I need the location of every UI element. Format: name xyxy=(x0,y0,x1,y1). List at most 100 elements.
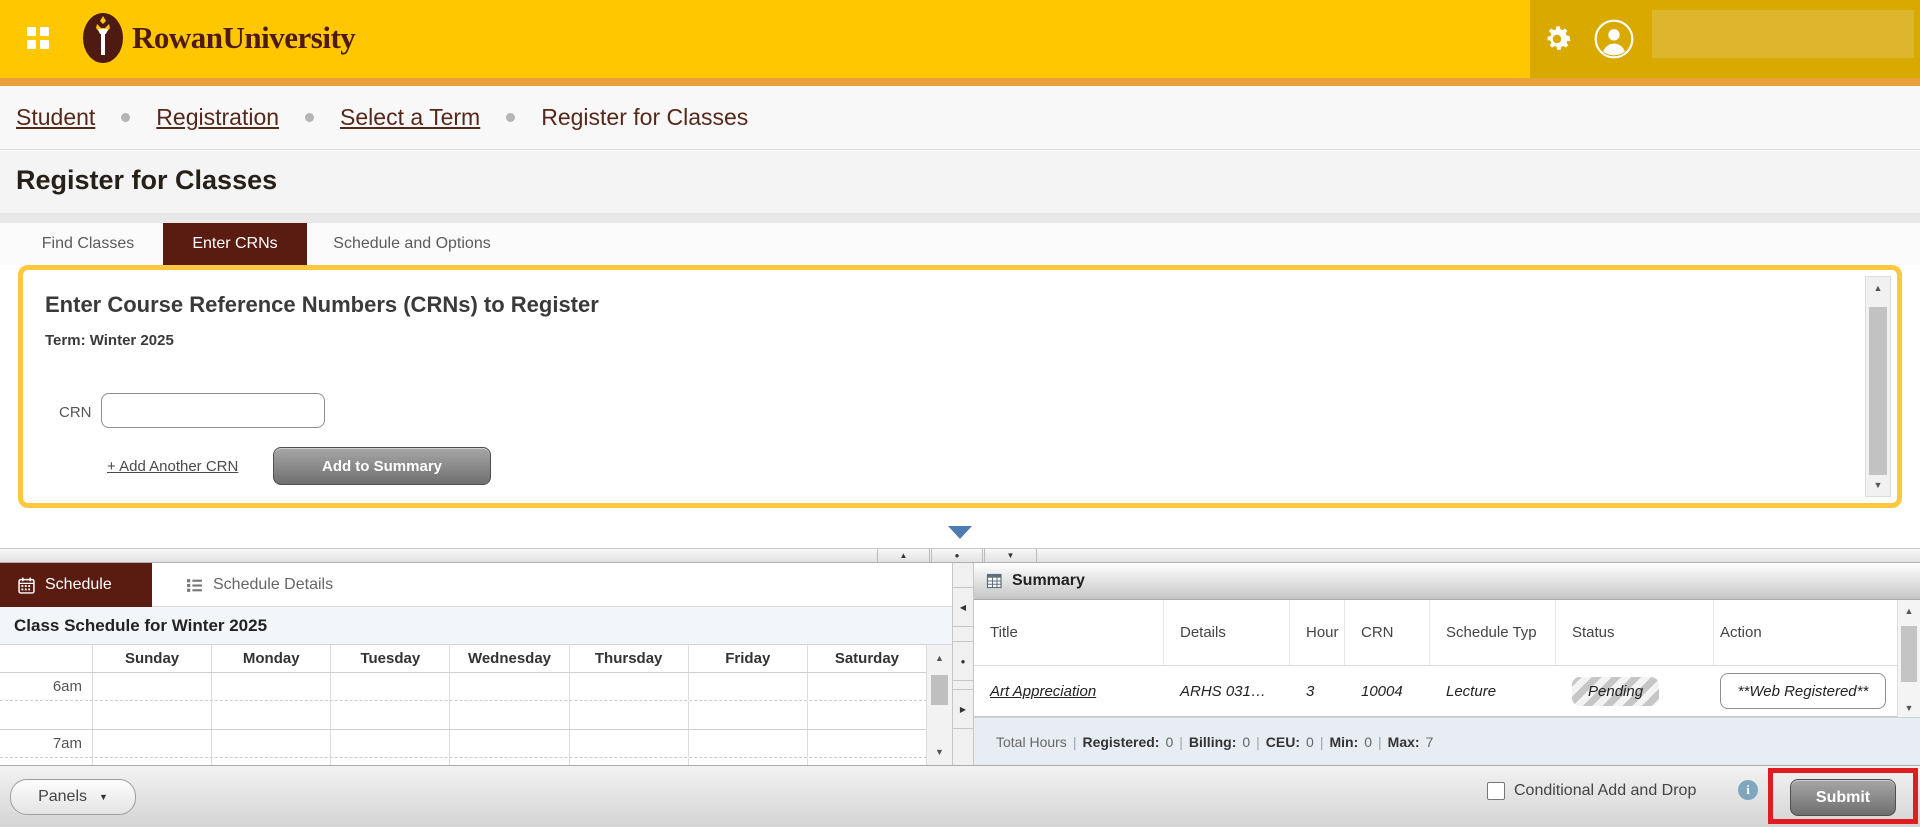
info-icon[interactable]: i xyxy=(1738,780,1758,800)
apps-grid-icon[interactable] xyxy=(27,27,50,50)
week-schedule-grid: Sunday Monday Tuesday Wednesday Thursday… xyxy=(0,645,952,765)
conditional-add-drop-label: Conditional Add and Drop xyxy=(1514,782,1697,799)
tab-schedule-details-label: Schedule Details xyxy=(213,576,334,593)
day-header: Thursday xyxy=(568,645,688,672)
totals-value: 0 xyxy=(1306,733,1314,750)
col-header-title[interactable]: Title xyxy=(974,600,1164,665)
torch-icon xyxy=(83,13,123,63)
grid-row-630 xyxy=(0,701,952,730)
splitter-expand-left-button[interactable]: ◀ xyxy=(953,587,973,627)
summary-header-row: Title Details Hour CRN Schedule Typ Stat… xyxy=(974,600,1920,666)
scroll-down-icon[interactable]: ▼ xyxy=(1866,480,1890,490)
grid-cell xyxy=(330,701,449,729)
scroll-up-icon[interactable]: ▲ xyxy=(1898,606,1920,616)
breadcrumb-select-a-term[interactable]: Select a Term xyxy=(340,104,480,131)
apps-grid-square xyxy=(40,40,49,49)
crn-panel-heading: Enter Course Reference Numbers (CRNs) to… xyxy=(45,292,599,317)
totals-separator: | xyxy=(1072,733,1077,750)
col-header-hours[interactable]: Hour xyxy=(1290,600,1345,665)
crn-panel-scrollbar[interactable]: ▲ ▼ xyxy=(1865,276,1891,497)
splitter-expand-up-button[interactable]: ▲ xyxy=(877,549,930,562)
scroll-down-icon[interactable]: ▼ xyxy=(927,747,952,757)
crn-input[interactable] xyxy=(101,393,325,428)
grid-cell xyxy=(211,701,330,729)
col-header-crn[interactable]: CRN xyxy=(1345,600,1430,665)
collapse-panel-triangle-icon[interactable] xyxy=(948,526,972,539)
splitter-reset-button[interactable]: ● xyxy=(931,549,983,562)
panels-button-label: Panels xyxy=(38,788,87,805)
totals-label: Min: xyxy=(1329,733,1359,750)
add-to-summary-button[interactable]: Add to Summary xyxy=(273,447,491,485)
col-header-status[interactable]: Status xyxy=(1556,600,1714,665)
horizontal-splitter[interactable]: ▲ ● ▼ xyxy=(0,548,1920,563)
schedule-scrollbar[interactable]: ▲ ▼ xyxy=(926,645,952,765)
user-name-redacted xyxy=(1652,10,1914,58)
action-select[interactable]: **Web Registered** xyxy=(1720,673,1886,709)
splitter-expand-right-button[interactable]: ▶ xyxy=(953,689,973,729)
breadcrumb-student[interactable]: Student xyxy=(16,104,95,131)
day-header: Sunday xyxy=(92,645,211,672)
scroll-up-icon[interactable]: ▲ xyxy=(1866,283,1890,293)
conditional-add-drop-checkbox[interactable] xyxy=(1487,782,1505,800)
breadcrumb: Student Registration Select a Term Regis… xyxy=(0,86,1920,150)
grid-cell xyxy=(330,730,449,757)
status-badge-pending: Pending xyxy=(1572,676,1660,706)
scrollbar-thumb[interactable] xyxy=(931,675,948,705)
col-header-details[interactable]: Details xyxy=(1164,600,1290,665)
tab-schedule-label: Schedule xyxy=(45,576,112,593)
totals-separator: | xyxy=(1319,733,1324,750)
summary-course-row: Art Appreciation ARHS 031… 3 10004 Lectu… xyxy=(974,666,1920,717)
page-title: Register for Classes xyxy=(16,165,278,195)
splitter-expand-down-button[interactable]: ▼ xyxy=(984,549,1037,562)
apps-grid-square xyxy=(27,40,36,49)
totals-value: 7 xyxy=(1425,733,1434,750)
course-schedule-type: Lecture xyxy=(1446,682,1497,700)
scroll-down-icon[interactable]: ▼ xyxy=(1898,703,1920,713)
summary-table: Title Details Hour CRN Schedule Typ Stat… xyxy=(974,600,1920,717)
day-header: Saturday xyxy=(806,645,926,672)
time-label: 6am xyxy=(52,678,82,695)
grid-cell xyxy=(449,758,568,765)
day-header: Friday xyxy=(687,645,807,672)
rowan-university-logo[interactable]: RowanUniversity xyxy=(82,6,356,70)
day-header: Tuesday xyxy=(330,645,449,672)
tab-schedule-and-options[interactable]: Schedule and Options xyxy=(307,223,517,265)
crn-label: CRN xyxy=(59,404,92,421)
breadcrumb-separator xyxy=(305,113,315,122)
register-tabs: Find Classes Enter CRNs Schedule and Opt… xyxy=(0,223,1920,265)
user-profile-icon[interactable] xyxy=(1594,19,1634,59)
scrollbar-thumb[interactable] xyxy=(1901,626,1917,682)
submit-button[interactable]: Submit xyxy=(1790,779,1896,816)
totals-value: 0 xyxy=(1364,733,1373,750)
day-header: Monday xyxy=(211,645,330,672)
grid-cell xyxy=(687,730,807,757)
grid-row-7am: 7am xyxy=(0,730,952,758)
totals-separator: | xyxy=(1179,733,1183,750)
tab-enter-crns[interactable]: Enter CRNs xyxy=(163,223,307,265)
tab-find-classes[interactable]: Find Classes xyxy=(20,223,156,265)
breadcrumb-registration[interactable]: Registration xyxy=(156,104,279,131)
scroll-up-icon[interactable]: ▲ xyxy=(927,653,952,663)
schedule-tabs: Schedule Schedule Details xyxy=(0,563,952,607)
scrollbar-thumb[interactable] xyxy=(1869,307,1887,475)
day-header: Wednesday xyxy=(449,645,568,672)
divider-band xyxy=(0,213,1920,223)
course-title-link[interactable]: Art Appreciation xyxy=(990,683,1096,700)
settings-gear-icon[interactable] xyxy=(1540,22,1574,56)
grid-cell xyxy=(449,673,568,700)
totals-label: Registered: xyxy=(1082,733,1160,750)
course-crn: 10004 xyxy=(1361,682,1403,700)
summary-panel: Summary Title Details Hour CRN Schedule … xyxy=(974,563,1920,765)
header-accent-strip xyxy=(0,78,1920,86)
col-header-action[interactable]: Action xyxy=(1714,600,1893,665)
add-another-crn-link[interactable]: + Add Another CRN xyxy=(107,458,238,475)
vertical-splitter[interactable]: ◀ ● ▶ xyxy=(952,563,974,765)
col-header-schedule-type[interactable]: Schedule Typ xyxy=(1430,600,1556,665)
tab-schedule-details[interactable]: Schedule Details xyxy=(168,563,351,607)
summary-scrollbar[interactable]: ▲ ▼ xyxy=(1897,600,1920,717)
tab-schedule[interactable]: Schedule xyxy=(0,563,152,607)
grid-cell xyxy=(330,673,449,700)
panels-button[interactable]: Panels ▼ xyxy=(10,779,136,815)
time-gutter xyxy=(0,645,92,672)
splitter-reset-button[interactable]: ● xyxy=(953,641,973,681)
